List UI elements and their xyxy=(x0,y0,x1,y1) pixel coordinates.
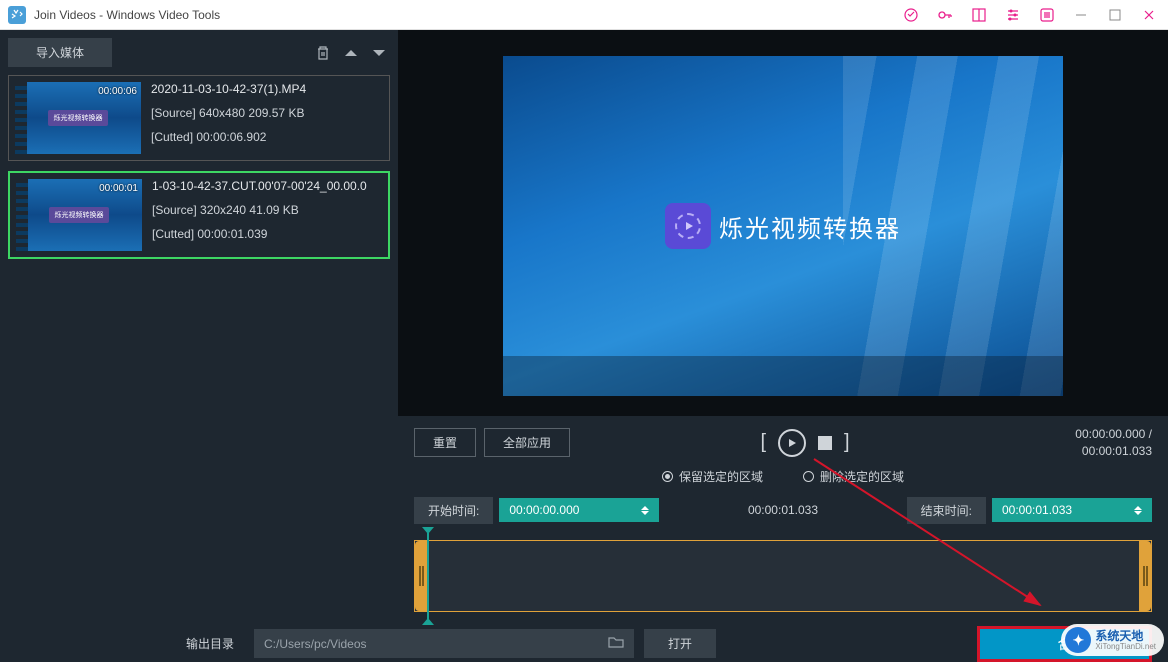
thumb-duration: 00:00:06 xyxy=(98,86,137,97)
thumb-duration: 00:00:01 xyxy=(99,183,138,194)
layout-icon[interactable] xyxy=(968,4,990,26)
media-thumbnail: 00:00:01 烁光视频转换器 xyxy=(16,179,142,251)
maximize-button[interactable] xyxy=(1104,4,1126,26)
time-display: 00:00:00.000 / 00:00:01.033 xyxy=(1032,426,1152,460)
play-button[interactable] xyxy=(778,429,806,457)
watermark-icon: ✦ xyxy=(1065,627,1091,653)
window-title: Join Videos - Windows Video Tools xyxy=(34,8,900,22)
output-bar: 输出目录 C:/Users/pc/Videos 打开 合 xyxy=(0,626,1168,662)
move-up-icon[interactable] xyxy=(340,42,362,64)
media-sidebar: 导入媒体 00:00:06 烁光视频转换器 2020-11-0 xyxy=(0,30,398,626)
preview-frame: 烁光视频转换器 xyxy=(503,56,1063,396)
media-filename: 2020-11-03-10-42-37(1).MP4 xyxy=(151,82,383,96)
timeline-track[interactable] xyxy=(414,540,1152,612)
open-folder-button[interactable]: 打开 xyxy=(644,629,716,658)
radio-keep-region[interactable]: 保留选定的区域 xyxy=(662,468,763,485)
end-time-label: 结束时间: xyxy=(907,497,986,524)
preview-logo-icon xyxy=(665,203,711,249)
import-media-button[interactable]: 导入媒体 xyxy=(8,38,112,67)
title-bar: Join Videos - Windows Video Tools xyxy=(0,0,1168,30)
watermark: ✦ 系统天地 XiTongTianDi.net xyxy=(1061,624,1164,656)
output-dir-label: 输出目录 xyxy=(186,635,234,652)
key-icon[interactable] xyxy=(934,4,956,26)
settings-icon[interactable] xyxy=(1002,4,1024,26)
timeline-playhead[interactable] xyxy=(427,533,429,619)
minimize-button[interactable] xyxy=(1070,4,1092,26)
timeline-handle-left[interactable] xyxy=(415,541,427,611)
start-time-input[interactable]: 00:00:00.000 xyxy=(499,498,659,522)
radio-remove-region[interactable]: 删除选定的区域 xyxy=(803,468,904,485)
media-filename: 1-03-10-42-37.CUT.00'07-00'24_00.00.0 xyxy=(152,179,382,193)
media-cutted: [Cutted] 00:00:01.039 xyxy=(152,227,382,241)
preview-viewport: 烁光视频转换器 xyxy=(398,30,1168,416)
media-thumbnail: 00:00:06 烁光视频转换器 xyxy=(15,82,141,154)
media-item[interactable]: 00:00:06 烁光视频转换器 2020-11-03-10-42-37(1).… xyxy=(8,75,390,161)
media-cutted: [Cutted] 00:00:06.902 xyxy=(151,130,383,144)
preview-overlay-text: 烁光视频转换器 xyxy=(719,209,901,244)
media-source: [Source] 320x240 41.09 KB xyxy=(152,203,382,217)
cart-icon[interactable] xyxy=(900,4,922,26)
close-button[interactable] xyxy=(1138,4,1160,26)
delete-icon[interactable] xyxy=(312,42,334,64)
reset-button[interactable]: 重置 xyxy=(414,428,476,457)
preview-panel: 烁光视频转换器 重置 全部应用 [ ] xyxy=(398,30,1168,626)
media-source: [Source] 640x480 209.57 KB xyxy=(151,106,383,120)
media-item[interactable]: 00:00:01 烁光视频转换器 1-03-10-42-37.CUT.00'07… xyxy=(8,171,390,259)
apply-all-button[interactable]: 全部应用 xyxy=(484,428,570,457)
duration-display: 00:00:01.033 xyxy=(665,503,900,517)
timeline-handle-right[interactable] xyxy=(1139,541,1151,611)
menu-icon[interactable] xyxy=(1036,4,1058,26)
end-time-input[interactable]: 00:00:01.033 xyxy=(992,498,1152,522)
start-time-label: 开始时间: xyxy=(414,497,493,524)
mark-in-button[interactable]: [ xyxy=(760,431,766,454)
browse-folder-icon[interactable] xyxy=(608,635,624,652)
stop-button[interactable] xyxy=(818,436,832,450)
mark-out-button[interactable]: ] xyxy=(844,431,850,454)
app-icon xyxy=(8,6,26,24)
move-down-icon[interactable] xyxy=(368,42,390,64)
output-path-field[interactable]: C:/Users/pc/Videos xyxy=(254,629,634,658)
